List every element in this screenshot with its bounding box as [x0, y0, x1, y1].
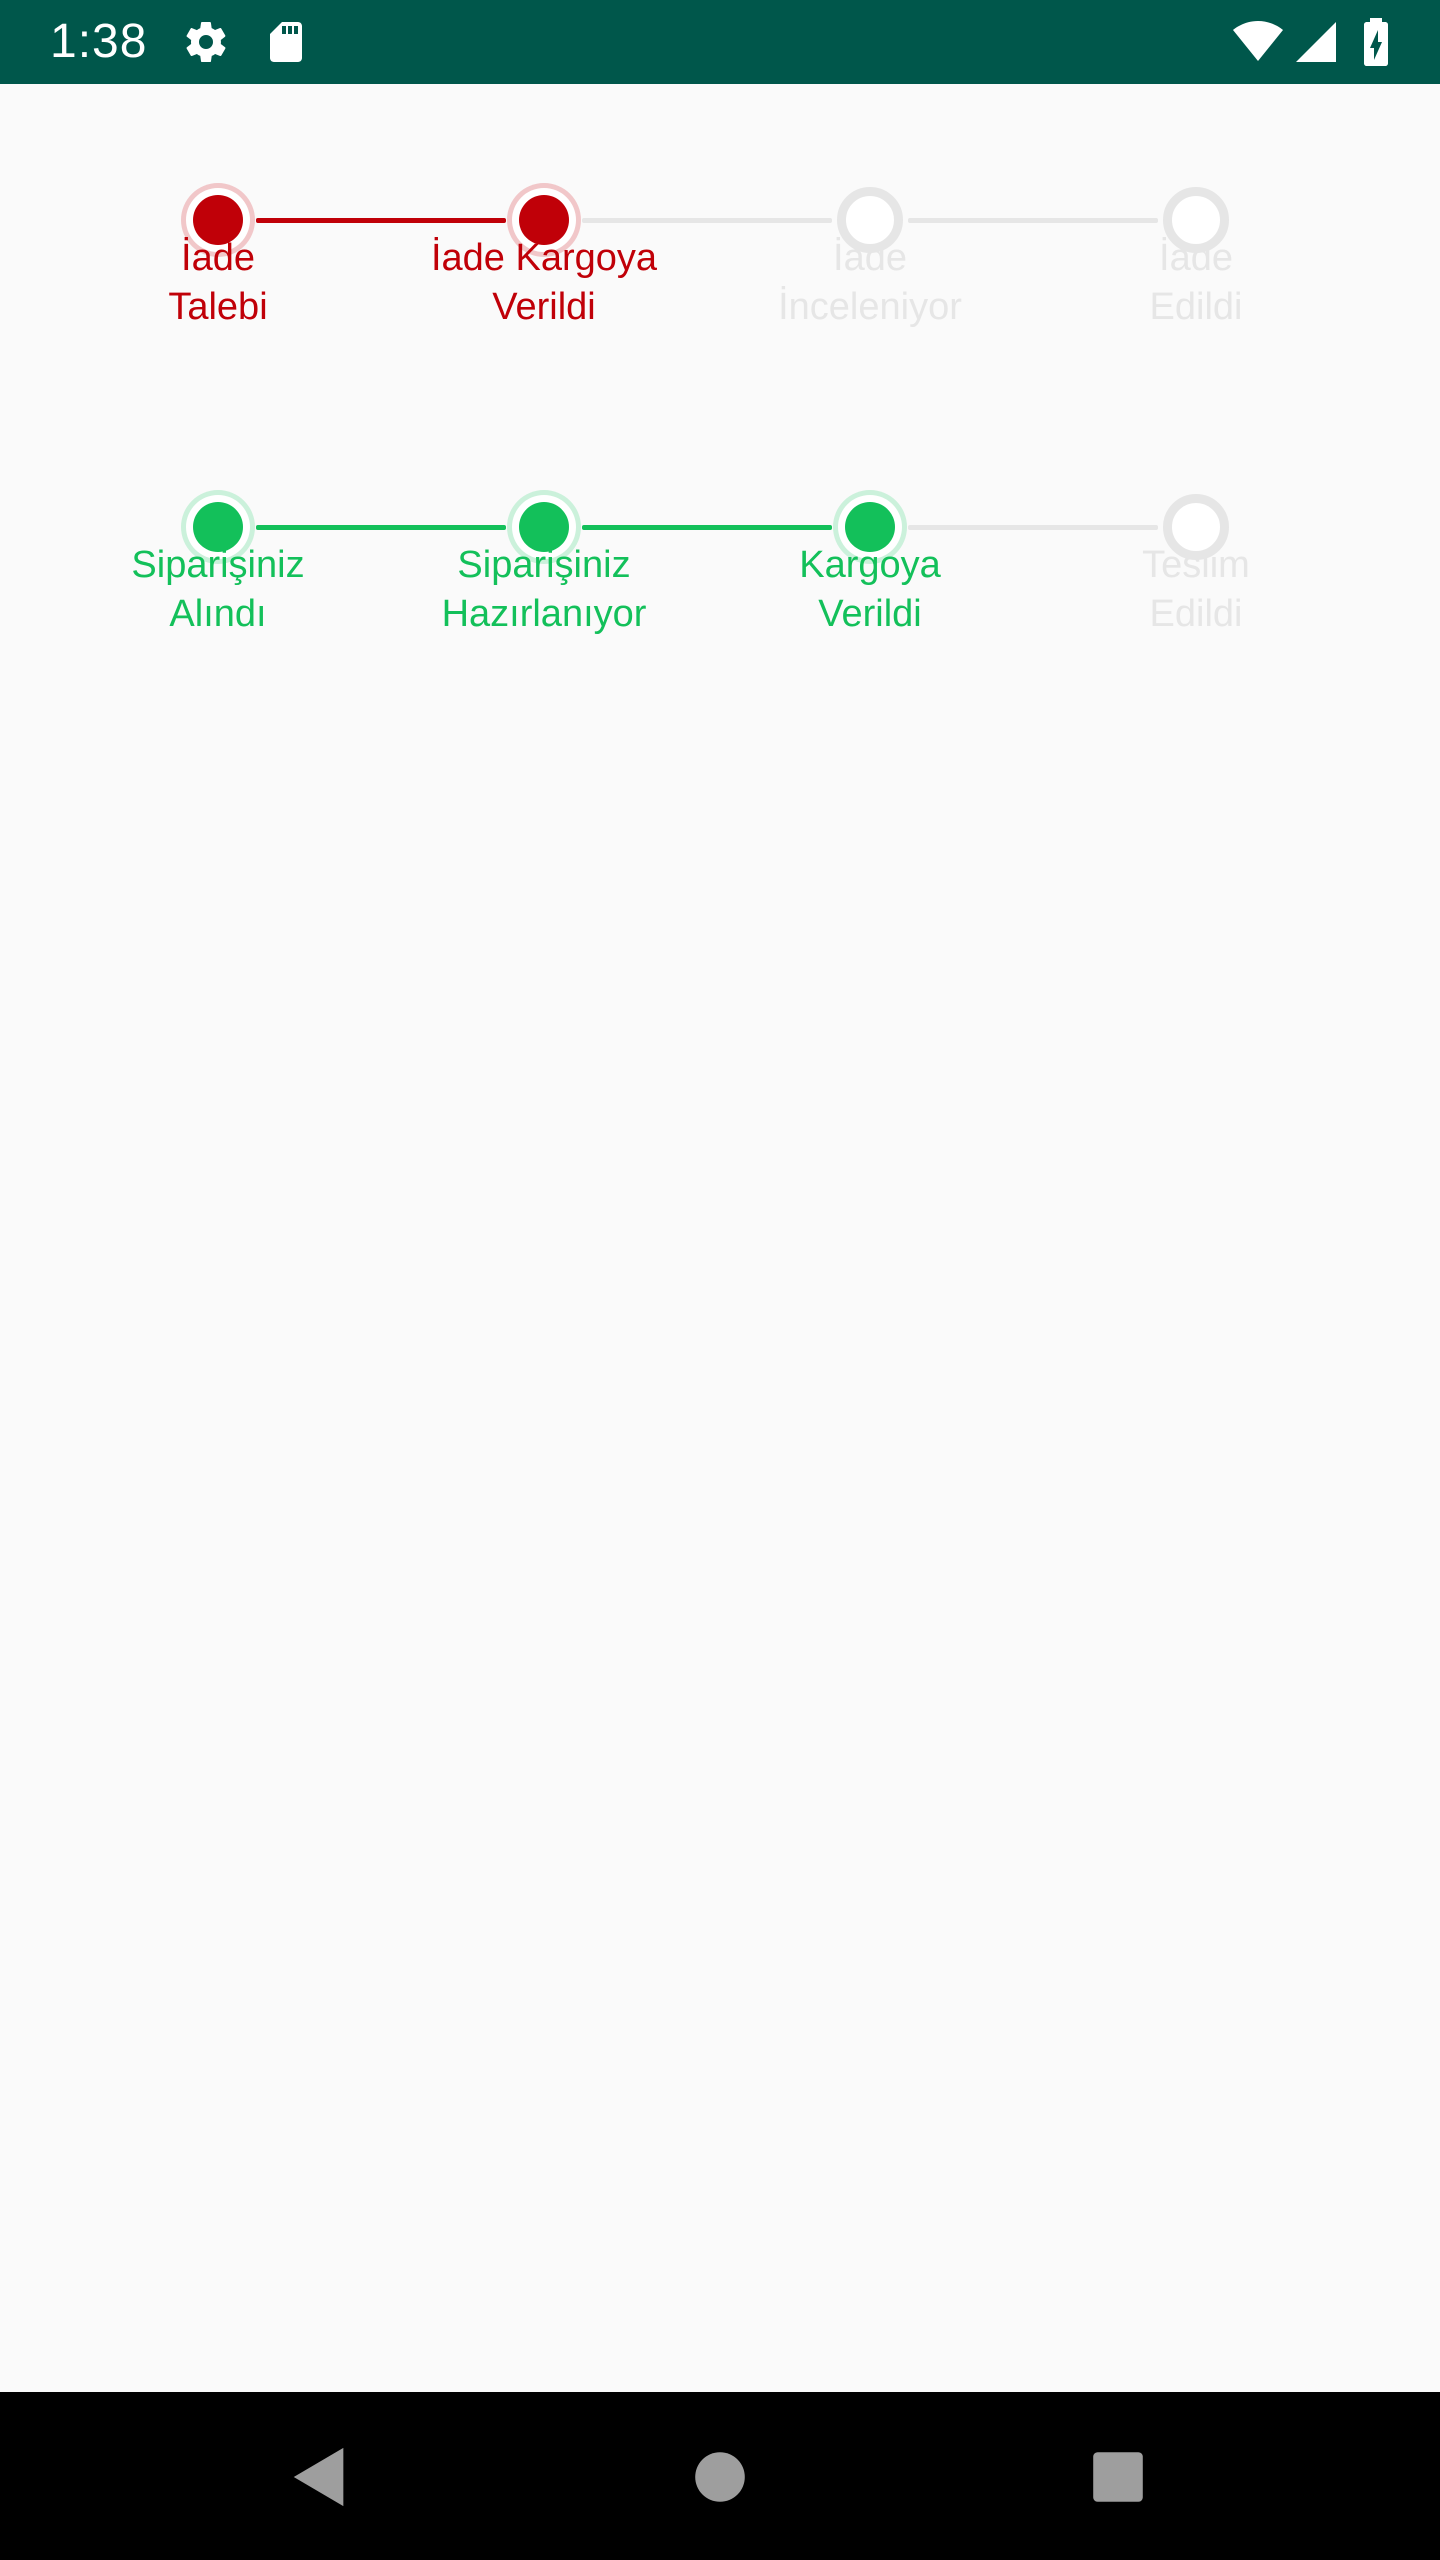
step-label-line1: Teslim [1142, 544, 1250, 586]
step-label-line1: İade [833, 237, 907, 279]
connector-line [908, 525, 1158, 530]
status-bar: 1:38 [0, 0, 1440, 84]
step-label-line1: İade [181, 237, 255, 279]
recents-icon[interactable] [1083, 2442, 1153, 2512]
battery-charging-icon [1364, 18, 1388, 66]
step-label-line2: Hazırlanıyor [441, 593, 647, 635]
step-label: İade Talebi [68, 234, 368, 332]
step-label: İade Edildi [1046, 234, 1346, 332]
step-label-line2: Verildi [492, 286, 596, 328]
step-label-line1: Kargoya [799, 544, 941, 586]
return-stepper: İade Talebi İade Kargoya Verildi İade İn… [0, 130, 1440, 370]
home-icon[interactable] [685, 2442, 755, 2512]
wifi-icon [1233, 21, 1283, 61]
back-icon[interactable] [285, 2442, 355, 2512]
navigation-bar [0, 2392, 1440, 2560]
step-label: Siparişiniz Alındı [68, 541, 368, 639]
connector-line [582, 218, 832, 223]
content-area: İade Talebi İade Kargoya Verildi İade İn… [0, 84, 1440, 2392]
step-label-line2: Talebi [168, 286, 268, 328]
signal-icon [1296, 22, 1336, 62]
step-label: Kargoya Verildi [720, 541, 1020, 639]
step-label-line1: İade Kargoya [430, 237, 658, 279]
step-label-line2: Edildi [1149, 286, 1243, 328]
connector-line [908, 218, 1158, 223]
screen: 1:38 İade Talebi İade Kargoya Verildi İa… [0, 0, 1440, 2560]
order-stepper: Siparişiniz Alındı Siparişiniz Hazırlanı… [0, 437, 1440, 677]
gear-icon [186, 22, 226, 63]
step-label-line2: İnceleniyor [778, 286, 962, 328]
step-label: Siparişiniz Hazırlanıyor [394, 541, 694, 639]
step-label-line2: Alındı [169, 593, 267, 635]
step-label-line2: Edildi [1149, 593, 1243, 635]
step-label-line1: Siparişiniz [457, 544, 631, 586]
status-time: 1:38 [50, 15, 148, 68]
step-label: Teslim Edildi [1046, 541, 1346, 639]
sd-card-icon [270, 22, 302, 62]
step-label-line1: Siparişiniz [131, 544, 305, 586]
step-label-line1: İade [1159, 237, 1233, 279]
connector-line [582, 525, 832, 530]
step-label: İade Kargoya Verildi [394, 234, 694, 332]
step-label-line2: Verildi [818, 593, 922, 635]
step-label: İade İnceleniyor [720, 234, 1020, 332]
connector-line [256, 218, 506, 223]
connector-line [256, 525, 506, 530]
